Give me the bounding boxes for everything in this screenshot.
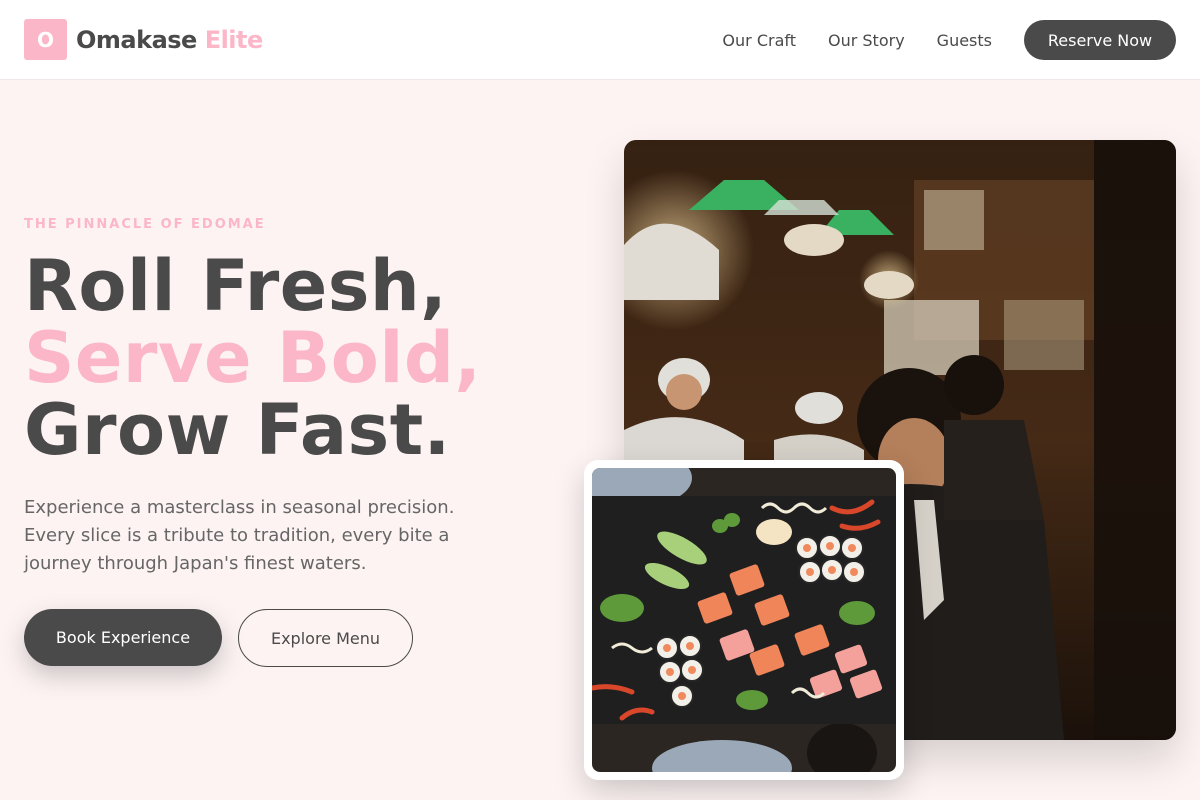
hero-eyebrow: THE PINNACLE OF EDOMAE <box>24 217 266 232</box>
book-experience-button[interactable]: Book Experience <box>24 609 222 666</box>
nav-link-guests[interactable]: Guests <box>937 31 992 50</box>
brand-name: Omakase Elite <box>76 26 263 54</box>
headline-line-1: Roll Fresh, <box>24 245 448 327</box>
headline-line-3: Grow Fast. <box>24 389 451 471</box>
explore-menu-button[interactable]: Explore Menu <box>238 609 413 667</box>
logo-mark: O <box>24 19 67 60</box>
sushi-platter-card <box>584 460 904 780</box>
logo[interactable]: O Omakase Elite <box>24 19 263 60</box>
headline-line-2: Serve Bold, <box>24 317 482 399</box>
hero-headline: Roll Fresh, Serve Bold, Grow Fast. <box>24 250 482 466</box>
main-nav: Our Craft Our Story Guests Reserve Now <box>722 20 1176 60</box>
site-header: O Omakase Elite Our Craft Our Story Gues… <box>0 0 1200 80</box>
sushi-platter-illustration <box>592 468 896 772</box>
hero-description: Experience a masterclass in seasonal pre… <box>24 497 455 574</box>
nav-link-our-story[interactable]: Our Story <box>828 31 905 50</box>
nav-link-our-craft[interactable]: Our Craft <box>722 31 796 50</box>
brand-primary: Omakase <box>76 25 197 54</box>
sushi-platter-photo <box>592 468 896 772</box>
brand-accent: Elite <box>204 25 264 54</box>
reserve-now-button[interactable]: Reserve Now <box>1024 20 1176 60</box>
